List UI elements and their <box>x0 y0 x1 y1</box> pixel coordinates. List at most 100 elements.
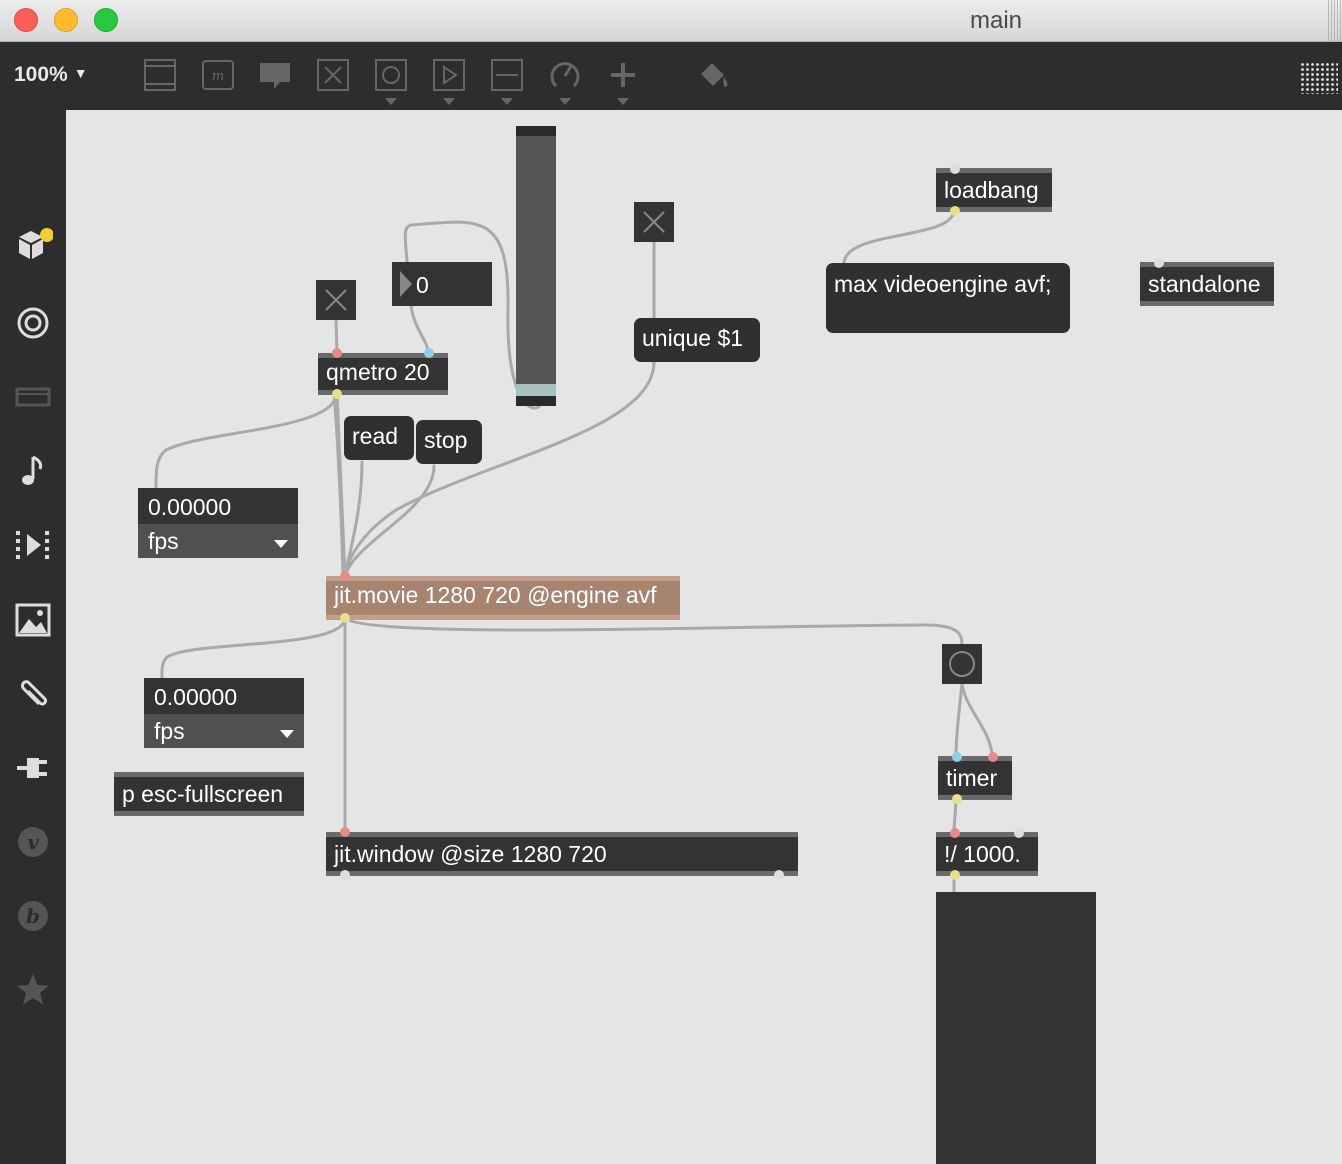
star-icon[interactable] <box>13 970 53 1010</box>
fps-number-box[interactable]: 0.00000 <box>138 488 298 524</box>
inlet[interactable] <box>332 348 342 358</box>
object-box-icon[interactable] <box>143 58 177 92</box>
outlet[interactable] <box>332 389 342 399</box>
dial-icon[interactable] <box>548 58 582 92</box>
stop-message[interactable]: stop <box>416 420 482 464</box>
read-message[interactable]: read <box>344 416 414 460</box>
slider-icon[interactable] <box>490 58 524 92</box>
fps-unit-menu[interactable]: fps <box>138 524 298 558</box>
chevron-down-icon[interactable] <box>443 98 455 105</box>
fps-unit-label: fps <box>154 718 185 744</box>
chevron-down-icon: ▼ <box>73 65 88 81</box>
toggle-icon[interactable] <box>316 58 350 92</box>
chevron-down-icon[interactable] <box>501 98 513 105</box>
reverse-divide-object[interactable]: !/ 1000. <box>936 832 1038 876</box>
play-icon[interactable] <box>432 58 466 92</box>
bang-button[interactable] <box>942 644 982 684</box>
chevron-down-icon <box>280 730 294 738</box>
patcher-canvas[interactable]: 0 qmetro 20 unique $1 read stop 0.00000 … <box>66 110 1342 1164</box>
paint-bucket-icon[interactable] <box>697 58 731 92</box>
jit-window-object[interactable]: jit.window @size 1280 720 <box>326 832 798 876</box>
reverse-divide-label: !/ 1000. <box>944 841 1021 867</box>
zoom-value: 100% <box>14 63 68 86</box>
unique-message[interactable]: unique $1 <box>634 318 760 362</box>
window-title: main <box>969 7 1023 34</box>
stop-label: stop <box>424 427 468 453</box>
jit-movie-label: jit.movie 1280 720 @engine avf <box>334 582 657 608</box>
outlet[interactable] <box>950 206 960 216</box>
inlet[interactable] <box>950 164 960 174</box>
message-box-icon[interactable]: m <box>201 58 235 92</box>
patch-cord[interactable] <box>960 682 994 758</box>
inlet[interactable] <box>952 752 962 762</box>
svg-text:v: v <box>27 830 39 854</box>
standalone-object[interactable]: standalone <box>1140 262 1274 306</box>
esc-fullscreen-subpatcher[interactable]: p esc-fullscreen <box>114 772 304 816</box>
outlet[interactable] <box>774 870 784 880</box>
jit-movie-object[interactable]: jit.movie 1280 720 @engine avf <box>326 576 680 620</box>
button-icon[interactable] <box>374 58 408 92</box>
slider-knob[interactable] <box>516 384 556 396</box>
inlet[interactable] <box>950 828 960 838</box>
music-note-icon[interactable] <box>13 451 53 491</box>
inlet[interactable] <box>340 827 350 837</box>
patch-cord[interactable] <box>343 616 964 647</box>
toggle[interactable] <box>634 202 674 242</box>
videoengine-message[interactable]: max videoengine avf; <box>826 263 1070 333</box>
outlet[interactable] <box>340 870 350 880</box>
patch-cord[interactable] <box>842 208 956 265</box>
chevron-down-icon[interactable] <box>559 98 571 105</box>
title-bar: main <box>0 0 1342 42</box>
outlet[interactable] <box>950 870 960 880</box>
comment-icon[interactable] <box>258 58 292 92</box>
standalone-label: standalone <box>1148 271 1261 297</box>
close-x-icon <box>325 289 347 311</box>
add-icon[interactable] <box>606 58 640 92</box>
panel-icon[interactable] <box>13 377 53 417</box>
chevron-down-icon[interactable] <box>617 98 629 105</box>
grid-icon[interactable] <box>1300 62 1338 94</box>
fps-number-box[interactable]: 0.00000 <box>144 678 304 714</box>
plug-icon[interactable] <box>13 748 53 788</box>
patch-cord[interactable] <box>954 682 964 758</box>
fps-unit-menu[interactable]: fps <box>144 714 304 748</box>
chevron-down-icon <box>274 540 288 548</box>
target-icon[interactable] <box>13 303 53 343</box>
inlet[interactable] <box>424 348 434 358</box>
number-box[interactable]: 0 <box>392 262 492 306</box>
timer-label: timer <box>946 765 998 791</box>
jit-window-label: jit.window @size 1280 720 <box>334 841 607 867</box>
outlet[interactable] <box>952 794 962 804</box>
chevron-down-icon[interactable] <box>385 98 397 105</box>
fps-value: 0.00000 <box>148 494 232 520</box>
vizzie-icon[interactable]: v <box>13 822 53 862</box>
toggle[interactable] <box>316 280 356 320</box>
patcher-toolbar: 100% ▼ m <box>0 42 1342 110</box>
display-panel[interactable] <box>936 892 1096 1164</box>
inlet[interactable] <box>1154 258 1164 268</box>
inlet[interactable] <box>988 752 998 762</box>
outlet[interactable] <box>340 613 350 623</box>
patch-cord[interactable] <box>343 464 436 578</box>
number-value: 0 <box>416 272 429 298</box>
zoom-dropdown[interactable]: 100% ▼ <box>14 63 88 87</box>
patch-cord[interactable] <box>160 616 347 680</box>
videoengine-label: max videoengine avf; <box>834 271 1052 297</box>
svg-text:m: m <box>212 69 224 84</box>
video-icon[interactable] <box>13 525 53 565</box>
fps-value: 0.00000 <box>154 684 238 710</box>
unique-label: unique $1 <box>642 325 744 351</box>
fps-unit-label: fps <box>148 528 179 554</box>
inlet[interactable] <box>1014 828 1024 838</box>
window-grip <box>1328 0 1342 41</box>
patch-cord[interactable] <box>154 391 338 489</box>
packages-icon[interactable] <box>13 225 53 265</box>
timer-object[interactable]: timer <box>938 756 1012 800</box>
inlet[interactable] <box>340 571 350 581</box>
image-icon[interactable] <box>13 600 53 640</box>
paperclip-icon[interactable] <box>13 674 53 714</box>
beap-icon[interactable]: b <box>13 896 53 936</box>
vertical-slider[interactable] <box>516 126 556 406</box>
qmetro-label: qmetro 20 <box>326 359 430 385</box>
loadbang-label: loadbang <box>944 177 1039 203</box>
